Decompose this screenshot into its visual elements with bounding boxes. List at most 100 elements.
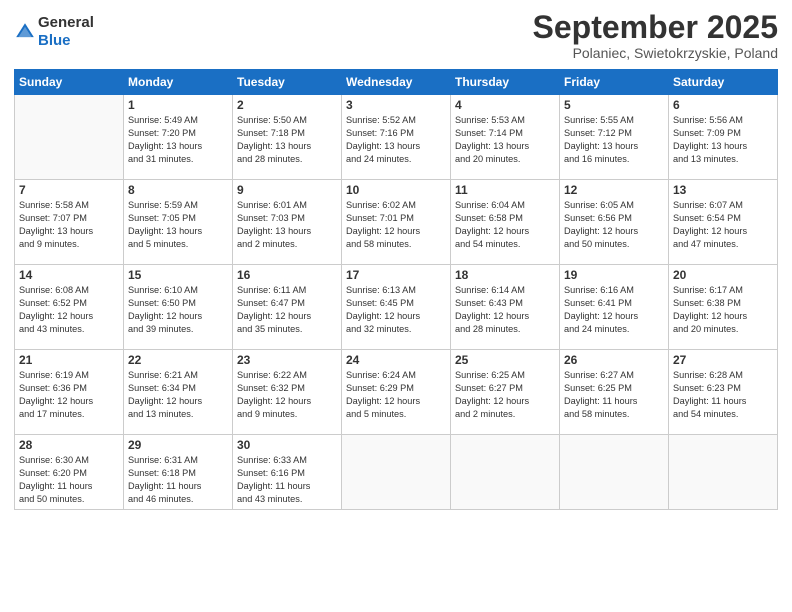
day-info: Sunrise: 5:52 AM Sunset: 7:16 PM Dayligh… xyxy=(346,114,446,166)
calendar-cell: 8Sunrise: 5:59 AM Sunset: 7:05 PM Daylig… xyxy=(124,180,233,265)
day-number: 21 xyxy=(19,353,119,367)
day-info: Sunrise: 5:53 AM Sunset: 7:14 PM Dayligh… xyxy=(455,114,555,166)
logo-text: General Blue xyxy=(38,14,94,50)
logo: General Blue xyxy=(14,14,94,50)
day-number: 28 xyxy=(19,438,119,452)
day-info: Sunrise: 6:24 AM Sunset: 6:29 PM Dayligh… xyxy=(346,369,446,421)
day-info: Sunrise: 5:55 AM Sunset: 7:12 PM Dayligh… xyxy=(564,114,664,166)
day-info: Sunrise: 6:04 AM Sunset: 6:58 PM Dayligh… xyxy=(455,199,555,251)
day-info: Sunrise: 6:07 AM Sunset: 6:54 PM Dayligh… xyxy=(673,199,773,251)
calendar-cell: 5 Sunrise: 5:55 AM Sunset: 7:12 PM Daylig… xyxy=(560,95,669,180)
header: General Blue September 2025 Polaniec, Sw… xyxy=(14,10,778,61)
calendar-cell xyxy=(560,435,669,510)
day-info: Sunrise: 6:31 AM Sunset: 6:18 PM Dayligh… xyxy=(128,454,228,506)
day-number: 1 xyxy=(128,98,228,112)
day-info: Sunrise: 6:17 AM Sunset: 6:38 PM Dayligh… xyxy=(673,284,773,336)
day-number: 13 xyxy=(673,183,773,197)
calendar-cell: 7 Sunrise: 5:58 AM Sunset: 7:07 PM Daylig… xyxy=(15,180,124,265)
weekday-header-friday: Friday xyxy=(560,70,669,95)
calendar-cell: 2Sunrise: 5:50 AM Sunset: 7:18 PM Daylig… xyxy=(233,95,342,180)
calendar-cell xyxy=(669,435,778,510)
day-number: 29 xyxy=(128,438,228,452)
day-number: 5 xyxy=(564,98,664,112)
calendar-cell: 15Sunrise: 6:10 AM Sunset: 6:50 PM Dayli… xyxy=(124,265,233,350)
week-row-1: 1 Sunrise: 5:49 AM Sunset: 7:20 PM Daylig… xyxy=(15,95,778,180)
day-number: 16 xyxy=(237,268,337,282)
month-title: September 2025 xyxy=(533,10,778,45)
calendar-cell: 10 Sunrise: 6:02 AM Sunset: 7:01 PM Dayli… xyxy=(342,180,451,265)
day-number: 30 xyxy=(237,438,337,452)
day-info: Sunrise: 6:05 AM Sunset: 6:56 PM Dayligh… xyxy=(564,199,664,251)
day-info: Sunrise: 6:10 AM Sunset: 6:50 PM Dayligh… xyxy=(128,284,228,336)
calendar-cell: 25 Sunrise: 6:25 AM Sunset: 6:27 PM Dayli… xyxy=(451,350,560,435)
calendar-cell: 28 Sunrise: 6:30 AM Sunset: 6:20 PM Dayli… xyxy=(15,435,124,510)
calendar-cell: 3 Sunrise: 5:52 AM Sunset: 7:16 PM Daylig… xyxy=(342,95,451,180)
calendar-cell: 14 Sunrise: 6:08 AM Sunset: 6:52 PM Dayli… xyxy=(15,265,124,350)
calendar-cell: 22 Sunrise: 6:21 AM Sunset: 6:34 PM Dayli… xyxy=(124,350,233,435)
day-number: 25 xyxy=(455,353,555,367)
calendar-cell: 20 Sunrise: 6:17 AM Sunset: 6:38 PM Dayli… xyxy=(669,265,778,350)
weekday-header-monday: Monday xyxy=(124,70,233,95)
calendar-cell: 27Sunrise: 6:28 AM Sunset: 6:23 PM Dayli… xyxy=(669,350,778,435)
calendar-cell: 9Sunrise: 6:01 AM Sunset: 7:03 PM Daylig… xyxy=(233,180,342,265)
logo-general: General xyxy=(38,14,94,31)
day-number: 10 xyxy=(346,183,446,197)
location: Polaniec, Swietokrzyskie, Poland xyxy=(533,45,778,61)
calendar-cell: 24 Sunrise: 6:24 AM Sunset: 6:29 PM Dayli… xyxy=(342,350,451,435)
weekday-header-tuesday: Tuesday xyxy=(233,70,342,95)
week-row-5: 28 Sunrise: 6:30 AM Sunset: 6:20 PM Dayli… xyxy=(15,435,778,510)
calendar-cell xyxy=(451,435,560,510)
weekday-header-wednesday: Wednesday xyxy=(342,70,451,95)
calendar-cell: 11 Sunrise: 6:04 AM Sunset: 6:58 PM Dayli… xyxy=(451,180,560,265)
day-number: 26 xyxy=(564,353,664,367)
day-info: Sunrise: 6:19 AM Sunset: 6:36 PM Dayligh… xyxy=(19,369,119,421)
week-row-3: 14 Sunrise: 6:08 AM Sunset: 6:52 PM Dayli… xyxy=(15,265,778,350)
week-row-4: 21 Sunrise: 6:19 AM Sunset: 6:36 PM Dayli… xyxy=(15,350,778,435)
day-info: Sunrise: 6:27 AM Sunset: 6:25 PM Dayligh… xyxy=(564,369,664,421)
weekday-header-row: SundayMondayTuesdayWednesdayThursdayFrid… xyxy=(15,70,778,95)
calendar-cell: 18Sunrise: 6:14 AM Sunset: 6:43 PM Dayli… xyxy=(451,265,560,350)
day-number: 7 xyxy=(19,183,119,197)
logo-blue: Blue xyxy=(38,32,71,49)
day-number: 24 xyxy=(346,353,446,367)
day-info: Sunrise: 6:22 AM Sunset: 6:32 PM Dayligh… xyxy=(237,369,337,421)
day-number: 4 xyxy=(455,98,555,112)
day-number: 14 xyxy=(19,268,119,282)
week-row-2: 7 Sunrise: 5:58 AM Sunset: 7:07 PM Daylig… xyxy=(15,180,778,265)
day-info: Sunrise: 6:21 AM Sunset: 6:34 PM Dayligh… xyxy=(128,369,228,421)
calendar-cell: 19 Sunrise: 6:16 AM Sunset: 6:41 PM Dayli… xyxy=(560,265,669,350)
day-number: 2 xyxy=(237,98,337,112)
day-info: Sunrise: 6:33 AM Sunset: 6:16 PM Dayligh… xyxy=(237,454,337,506)
day-number: 3 xyxy=(346,98,446,112)
day-number: 23 xyxy=(237,353,337,367)
calendar-cell xyxy=(15,95,124,180)
calendar-cell: 12Sunrise: 6:05 AM Sunset: 6:56 PM Dayli… xyxy=(560,180,669,265)
day-number: 9 xyxy=(237,183,337,197)
day-info: Sunrise: 6:16 AM Sunset: 6:41 PM Dayligh… xyxy=(564,284,664,336)
day-info: Sunrise: 6:25 AM Sunset: 6:27 PM Dayligh… xyxy=(455,369,555,421)
day-info: Sunrise: 6:08 AM Sunset: 6:52 PM Dayligh… xyxy=(19,284,119,336)
day-info: Sunrise: 5:59 AM Sunset: 7:05 PM Dayligh… xyxy=(128,199,228,251)
calendar-cell: 1 Sunrise: 5:49 AM Sunset: 7:20 PM Daylig… xyxy=(124,95,233,180)
weekday-header-thursday: Thursday xyxy=(451,70,560,95)
day-number: 11 xyxy=(455,183,555,197)
calendar-cell xyxy=(342,435,451,510)
day-number: 20 xyxy=(673,268,773,282)
day-number: 17 xyxy=(346,268,446,282)
calendar-table: SundayMondayTuesdayWednesdayThursdayFrid… xyxy=(14,69,778,510)
calendar-cell: 17Sunrise: 6:13 AM Sunset: 6:45 PM Dayli… xyxy=(342,265,451,350)
day-number: 22 xyxy=(128,353,228,367)
page: General Blue September 2025 Polaniec, Sw… xyxy=(0,0,792,612)
weekday-header-saturday: Saturday xyxy=(669,70,778,95)
day-number: 6 xyxy=(673,98,773,112)
day-number: 19 xyxy=(564,268,664,282)
day-number: 27 xyxy=(673,353,773,367)
day-info: Sunrise: 6:30 AM Sunset: 6:20 PM Dayligh… xyxy=(19,454,119,506)
day-info: Sunrise: 6:02 AM Sunset: 7:01 PM Dayligh… xyxy=(346,199,446,251)
calendar-cell: 4 Sunrise: 5:53 AM Sunset: 7:14 PM Daylig… xyxy=(451,95,560,180)
calendar-cell: 26 Sunrise: 6:27 AM Sunset: 6:25 PM Dayli… xyxy=(560,350,669,435)
day-info: Sunrise: 5:49 AM Sunset: 7:20 PM Dayligh… xyxy=(128,114,228,166)
calendar-cell: 23 Sunrise: 6:22 AM Sunset: 6:32 PM Dayli… xyxy=(233,350,342,435)
day-info: Sunrise: 5:56 AM Sunset: 7:09 PM Dayligh… xyxy=(673,114,773,166)
day-info: Sunrise: 5:58 AM Sunset: 7:07 PM Dayligh… xyxy=(19,199,119,251)
